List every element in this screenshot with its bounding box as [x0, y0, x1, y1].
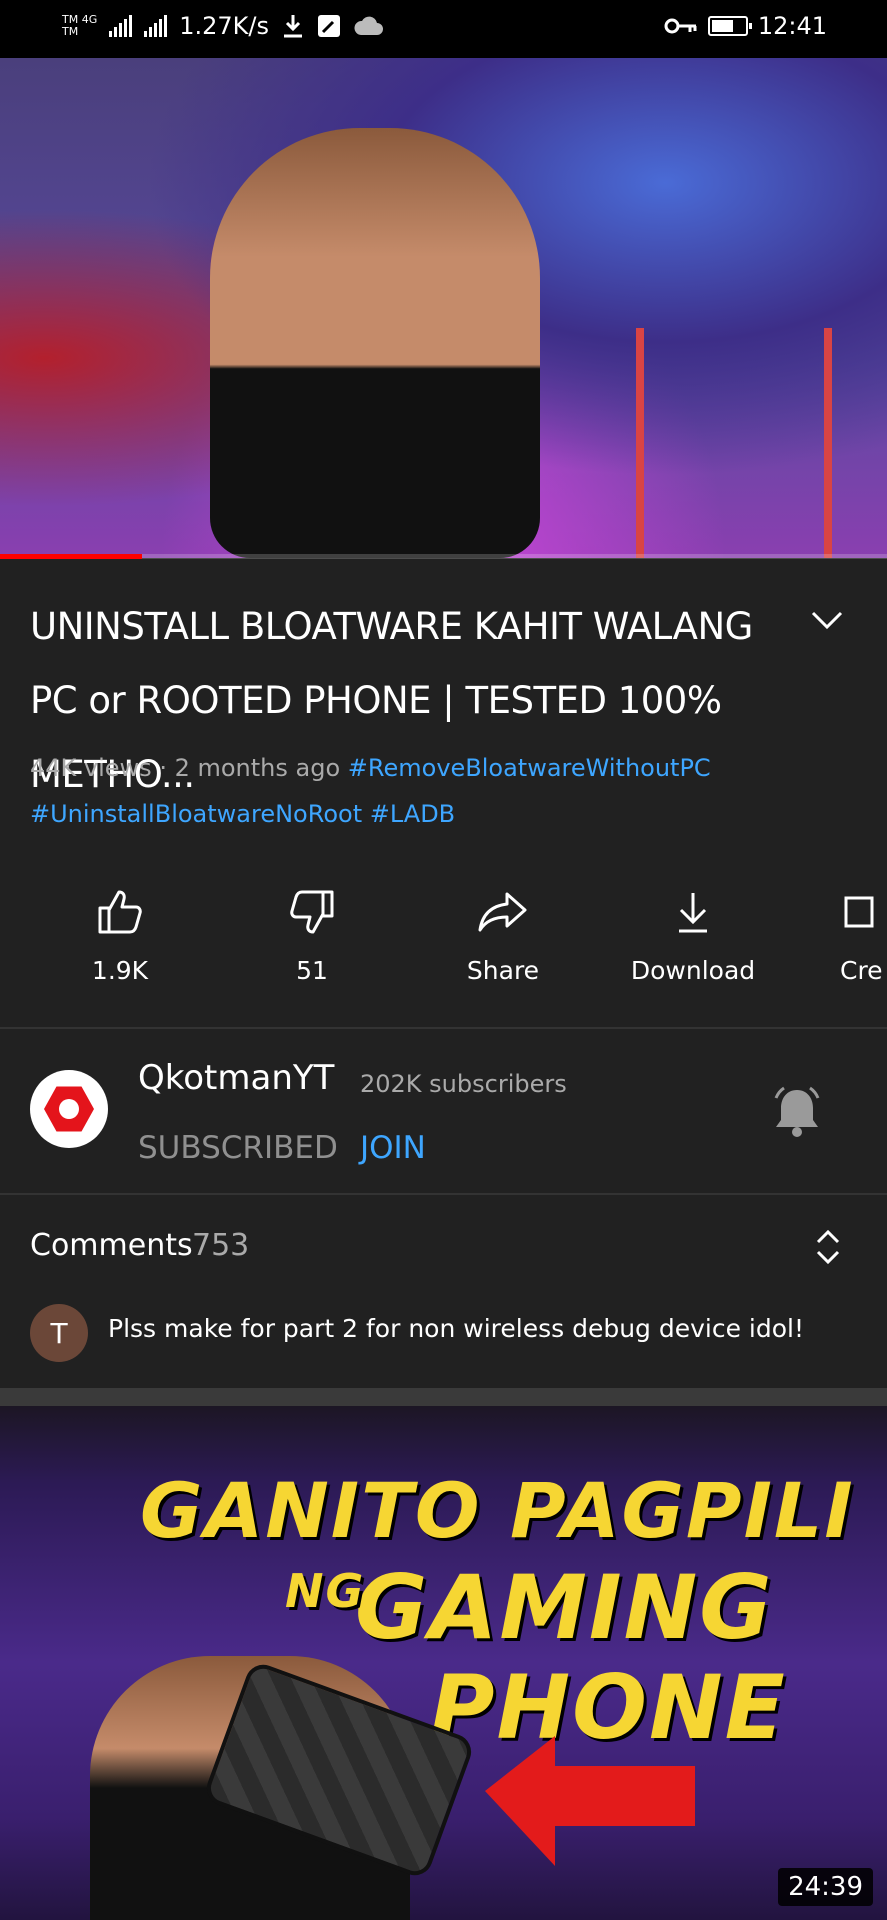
status-bar: TM 4G TM 1.27K/s 12:41: [0, 0, 887, 58]
like-button[interactable]: 1.9K: [35, 880, 205, 985]
video-duration: 24:39: [778, 1868, 873, 1906]
create-label: Cre: [840, 956, 883, 985]
red-arrow-icon: [485, 1736, 695, 1866]
thumb-line-2: NG GAMING: [285, 1556, 887, 1659]
signal-icon: [109, 15, 133, 37]
clock: 12:41: [757, 12, 827, 40]
view-count: 44K views: [30, 754, 152, 782]
video-frame-shelf: [636, 328, 832, 558]
carrier-label: TM 4G TM: [62, 14, 97, 38]
chevron-down-icon[interactable]: [810, 605, 844, 635]
dislike-count: 51: [296, 956, 328, 985]
subscribed-button[interactable]: SUBSCRIBED: [138, 1130, 338, 1166]
net-speed: 1.27K/s: [179, 12, 269, 40]
battery-icon: [707, 16, 752, 36]
like-count: 1.9K: [91, 956, 149, 985]
video-frame-person: [210, 128, 540, 558]
comment-text: Plss make for part 2 for non wireless de…: [108, 1314, 804, 1343]
notification-bell-icon[interactable]: [770, 1084, 824, 1140]
key-icon: [664, 18, 697, 34]
carrier-bottom: TM: [62, 25, 79, 38]
hashtag-link[interactable]: #LADB: [370, 800, 455, 828]
thumbs-down-icon: [290, 890, 334, 934]
share-label: Share: [466, 956, 540, 985]
subscriber-count: 202K subscribers: [360, 1070, 567, 1098]
divider: [0, 1027, 887, 1029]
cloud-icon: [354, 16, 383, 35]
channel-row: QkotmanYT 202K subscribers SUBSCRIBED JO…: [0, 1030, 887, 1190]
section-separator: [0, 1388, 887, 1406]
comments-section[interactable]: Comments 753 T Plss make for part 2 for …: [0, 1196, 887, 1386]
channel-name[interactable]: QkotmanYT: [138, 1058, 334, 1098]
video-meta: 44K views · 2 months ago #RemoveBloatwar…: [30, 754, 711, 828]
video-progress-fill: [0, 554, 142, 559]
thumbs-up-icon: [98, 890, 142, 934]
action-row: 1.9K 51 Share Download Cre: [0, 880, 887, 1000]
channel-avatar[interactable]: [30, 1070, 108, 1148]
share-icon: [478, 892, 527, 932]
download-label: Download: [630, 956, 756, 985]
commenter-avatar: T: [30, 1304, 88, 1362]
create-icon: [844, 896, 874, 928]
create-button[interactable]: Cre: [800, 880, 887, 985]
join-button[interactable]: JOIN: [360, 1130, 426, 1166]
comments-count: 753: [192, 1228, 250, 1263]
upload-age: 2 months ago: [174, 754, 341, 782]
download-icon: [679, 893, 707, 933]
next-video-thumbnail[interactable]: GANITO PAGPILI NG GAMING PHONE 24:39: [0, 1406, 887, 1920]
thumb-gaming: GAMING: [355, 1556, 774, 1659]
thumb-line-1: GANITO PAGPILI: [140, 1466, 855, 1555]
video-player[interactable]: [0, 58, 887, 558]
edit-icon: [318, 15, 340, 37]
signal-icon: [144, 15, 168, 37]
download-icon: [284, 15, 302, 38]
hashtag-link[interactable]: #RemoveBloatwareWithoutPC: [348, 754, 711, 782]
hashtag-link[interactable]: #UninstallBloatwareNoRoot: [30, 800, 362, 828]
channel-logo-icon: [44, 1086, 94, 1132]
thumb-ng: NG: [285, 1564, 366, 1618]
dislike-button[interactable]: 51: [227, 880, 397, 985]
download-button[interactable]: Download: [608, 880, 778, 985]
video-progress-bar[interactable]: [0, 554, 887, 559]
share-button[interactable]: Share: [418, 880, 588, 985]
divider: [0, 1193, 887, 1195]
expand-comments-icon[interactable]: [812, 1226, 844, 1268]
comments-header: Comments: [30, 1228, 193, 1263]
